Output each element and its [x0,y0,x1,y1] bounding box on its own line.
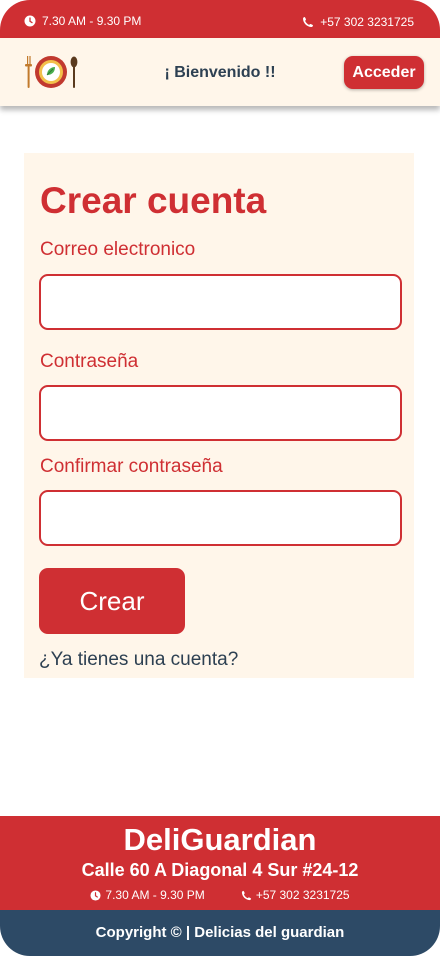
footer-brand: DeliGuardian [123,822,317,857]
topbar-phone[interactable]: +57 302 3231725 [302,15,414,29]
login-button[interactable]: Acceder [344,56,424,89]
topbar-phone-text: +57 302 3231725 [320,15,414,29]
topbar-hours: 7.30 AM - 9.30 PM [24,14,141,28]
footer-hours: 7.30 AM - 9.30 PM [90,888,205,902]
clock-icon [90,889,101,901]
password-field[interactable] [39,385,402,441]
footer-phone-text: +57 302 3231725 [255,888,350,902]
email-label: Correo electronico [40,239,196,260]
footer: DeliGuardian Calle 60 A Diagonal 4 Sur #… [0,816,440,910]
confirm-password-label: Confirmar contraseña [40,456,223,477]
footer-hours-text: 7.30 AM - 9.30 PM [105,888,205,902]
footer-contact-info: 7.30 AM - 9.30 PM +57 302 3231725 [0,888,440,902]
copyright-bar: Copyright © | Delicias del guardian [0,910,440,956]
phone-icon [241,890,251,900]
form-title: Crear cuenta [40,180,267,221]
footer-phone[interactable]: +57 302 3231725 [241,888,350,902]
phone-icon [303,17,314,27]
confirm-password-field[interactable] [39,490,402,546]
email-field[interactable] [39,274,402,330]
app-frame: 7.30 AM - 9.30 PM +57 302 3231725 ¡ Bien… [0,0,440,956]
top-info-bar: 7.30 AM - 9.30 PM +57 302 3231725 [0,0,440,38]
create-account-button[interactable]: Crear [39,568,185,634]
topbar-hours-text: 7.30 AM - 9.30 PM [42,14,142,28]
create-account-form: Crear cuenta Correo electronico Contrase… [24,153,414,678]
footer-address: Calle 60 A Diagonal 4 Sur #24-12 [81,860,359,880]
password-label: Contraseña [40,351,139,372]
clock-icon [24,15,36,27]
app-header: ¡ Bienvenido !! Acceder [0,38,440,106]
have-account-link[interactable]: ¿Ya tienes una cuenta? [39,649,238,671]
